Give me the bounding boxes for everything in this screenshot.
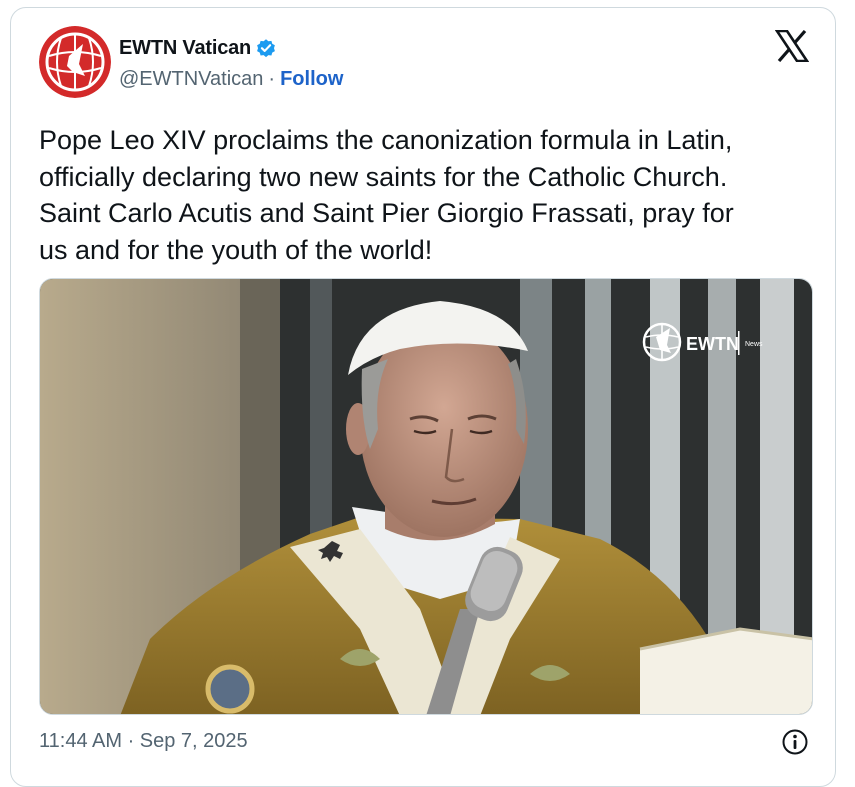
watermark-sub: News (745, 341, 763, 348)
follow-button[interactable]: Follow (280, 68, 343, 91)
info-icon[interactable] (781, 728, 809, 756)
author-avatar[interactable] (39, 26, 111, 98)
tweet-timestamp[interactable]: 11:44 AM · Sep 7, 2025 (39, 730, 248, 753)
x-logo-icon[interactable] (775, 30, 809, 62)
tweet-card: EWTN Vatican @EWTNVatican · Follow Pope … (10, 7, 836, 787)
author-handle[interactable]: @EWTNVatican (119, 68, 263, 91)
author-name-row: EWTN Vatican (119, 36, 277, 60)
ewtn-logo-icon (39, 26, 111, 98)
handle-separator: · (268, 68, 276, 90)
author-display-name[interactable]: EWTN Vatican (119, 37, 251, 60)
tweet-text: Pope Leo XIV proclaims the canonization … (39, 125, 734, 265)
tweet-video[interactable]: EWTN News (39, 278, 813, 715)
watermark-brand: EWTN (686, 334, 739, 354)
verified-badge-icon (257, 39, 275, 58)
author-handle-row: @EWTNVatican · Follow (119, 68, 343, 91)
video-frame: EWTN News (40, 279, 812, 714)
